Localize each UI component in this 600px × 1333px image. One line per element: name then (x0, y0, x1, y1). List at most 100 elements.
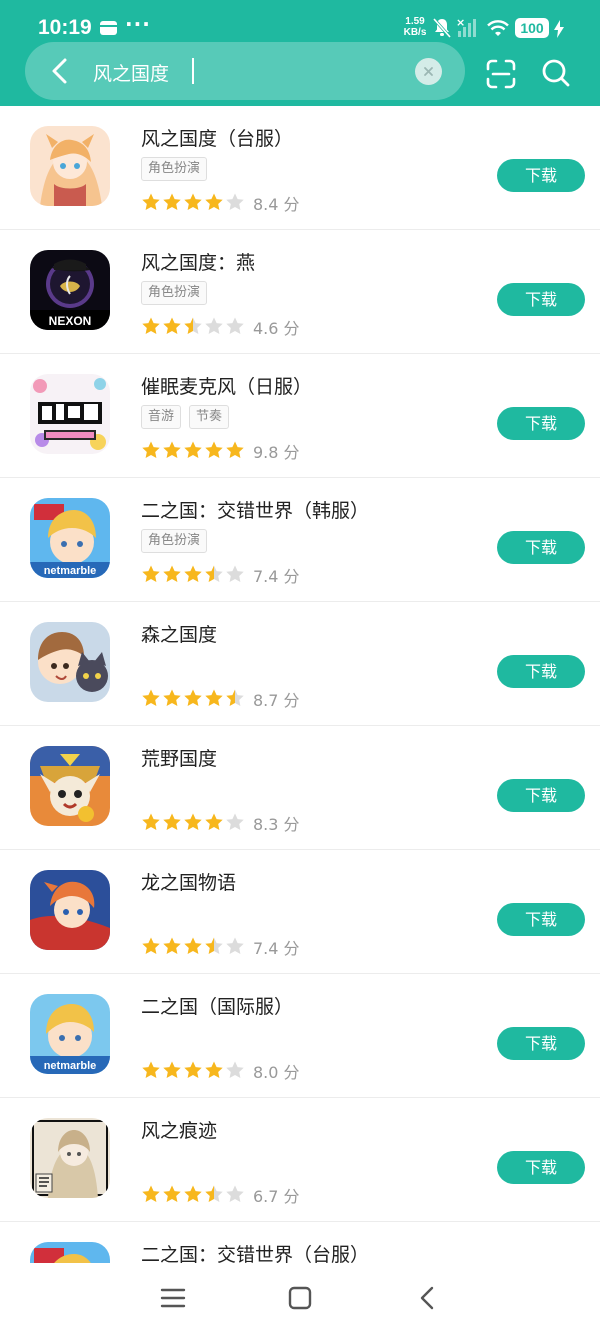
star-filled-icon (163, 813, 181, 830)
app-tag: 角色扮演 (141, 157, 208, 181)
app-icon[interactable]: netmarble (30, 994, 110, 1074)
star-rating (141, 812, 246, 832)
star-rating (141, 316, 246, 336)
text-cursor (192, 58, 194, 84)
download-button[interactable]: 下载 (497, 159, 585, 192)
app-tags: 角色扮演 (141, 157, 215, 181)
rating-score: 8.7 分 (253, 691, 300, 710)
star-filled-icon (142, 565, 160, 582)
star-filled-icon (163, 689, 181, 706)
star-half-icon (205, 937, 223, 954)
star-empty-icon (226, 813, 244, 830)
list-item[interactable]: 龙之国物语 7.4 分 下载 (0, 850, 600, 974)
star-filled-icon (142, 1185, 160, 1202)
app-title[interactable]: 龙之国物语 (141, 868, 236, 895)
star-filled-icon (163, 565, 181, 582)
app-icon[interactable]: NEXON (30, 250, 110, 330)
star-filled-icon (184, 1185, 202, 1202)
star-filled-icon (205, 193, 223, 210)
list-item[interactable]: 森之国度 8.7 分 下载 (0, 602, 600, 726)
download-button[interactable]: 下载 (497, 1151, 585, 1184)
star-empty-icon (226, 1061, 244, 1078)
app-title[interactable]: 风之国度：燕 (141, 248, 255, 275)
list-item[interactable]: 二之国：交错世界（台服） (0, 1222, 600, 1263)
app-icon[interactable] (30, 126, 110, 206)
star-filled-icon (163, 1185, 181, 1202)
download-button[interactable]: 下载 (497, 407, 585, 440)
star-empty-icon (226, 193, 244, 210)
star-filled-icon (205, 1061, 223, 1078)
download-button[interactable]: 下载 (497, 531, 585, 564)
list-item[interactable]: 风之国度（台服） 角色扮演 8.4 分 下载 (0, 106, 600, 230)
download-button[interactable]: 下载 (497, 903, 585, 936)
signal-icon: × (456, 16, 480, 43)
star-filled-icon (163, 317, 181, 334)
speed-value: 1.59 (405, 16, 425, 27)
app-title[interactable]: 二之国：交错世界（台服） (141, 1240, 369, 1263)
app-title[interactable]: 风之国度（台服） (141, 124, 293, 151)
rating-score: 6.7 分 (253, 1187, 300, 1206)
app-icon[interactable] (30, 622, 110, 702)
charging-icon (553, 19, 565, 43)
app-title[interactable]: 森之国度 (141, 620, 217, 647)
star-filled-icon (184, 441, 202, 458)
app-title[interactable]: 二之国（国际服） (141, 992, 293, 1019)
back-icon[interactable] (43, 54, 77, 88)
download-button[interactable]: 下载 (497, 1027, 585, 1060)
download-button[interactable]: 下载 (497, 283, 585, 316)
star-rating (141, 1060, 246, 1080)
home-icon[interactable] (285, 1283, 315, 1313)
app-icon[interactable] (30, 746, 110, 826)
star-filled-icon (184, 813, 202, 830)
app-icon[interactable] (30, 870, 110, 950)
rating-score: 7.4 分 (253, 567, 300, 586)
app-title[interactable]: 二之国：交错世界（韩服） (141, 496, 369, 523)
back-nav-icon[interactable] (413, 1283, 443, 1313)
app-tag: 角色扮演 (141, 281, 208, 305)
star-filled-icon (205, 689, 223, 706)
star-filled-icon (184, 937, 202, 954)
menu-icon[interactable] (158, 1283, 188, 1313)
search-input[interactable]: 风之国度 (93, 59, 169, 86)
speed-unit: KB/s (403, 27, 427, 38)
app-icon[interactable]: netmarble (30, 498, 110, 578)
battery-level: 100 (515, 18, 549, 38)
app-icon[interactable] (30, 1242, 110, 1263)
star-filled-icon (184, 689, 202, 706)
app-icon[interactable] (30, 1118, 110, 1198)
star-filled-icon (205, 441, 223, 458)
navigation-bar (0, 1263, 600, 1333)
app-title[interactable]: 风之痕迹 (141, 1116, 217, 1143)
scan-icon[interactable] (485, 58, 517, 90)
star-empty-icon (226, 317, 244, 334)
star-rating (141, 936, 246, 956)
netmarble-logo-text: netmarble (44, 565, 97, 577)
download-button[interactable]: 下载 (497, 655, 585, 688)
list-item[interactable]: 催眠麦克风（日服） 音游 节奏 9.8 分 下载 (0, 354, 600, 478)
search-icon[interactable] (540, 56, 572, 90)
rating-score: 8.0 分 (253, 1063, 300, 1082)
star-filled-icon (226, 441, 244, 458)
rating-score: 9.8 分 (253, 443, 300, 462)
clear-icon[interactable] (415, 58, 442, 85)
list-item[interactable]: 风之痕迹 6.7 分 下载 (0, 1098, 600, 1222)
app-list[interactable]: 风之国度（台服） 角色扮演 8.4 分 下载 NEXON 风之国度：燕 角色扮演 (0, 106, 600, 1263)
app-title[interactable]: 催眠麦克风（日服） (141, 372, 312, 399)
list-item[interactable]: netmarble 二之国（国际服） 8.0 分 下载 (0, 974, 600, 1098)
header: 10:19 ··· 1.59 KB/s × 100 风之国度 (0, 0, 600, 106)
list-item[interactable]: 荒野国度 8.3 分 下载 (0, 726, 600, 850)
search-box[interactable]: 风之国度 (25, 42, 465, 100)
rating-score: 4.6 分 (253, 319, 300, 338)
app-tags: 音游 节奏 (141, 405, 237, 429)
star-empty-icon (205, 317, 223, 334)
star-filled-icon (142, 689, 160, 706)
star-filled-icon (184, 565, 202, 582)
download-button[interactable]: 下载 (497, 779, 585, 812)
star-half-icon (205, 1185, 223, 1202)
app-icon[interactable] (30, 374, 110, 454)
list-item[interactable]: NEXON 风之国度：燕 角色扮演 4.6 分 下载 (0, 230, 600, 354)
list-item[interactable]: netmarble 二之国：交错世界（韩服） 角色扮演 7.4 分 下载 (0, 478, 600, 602)
star-filled-icon (163, 937, 181, 954)
star-filled-icon (142, 813, 160, 830)
app-title[interactable]: 荒野国度 (141, 744, 217, 771)
